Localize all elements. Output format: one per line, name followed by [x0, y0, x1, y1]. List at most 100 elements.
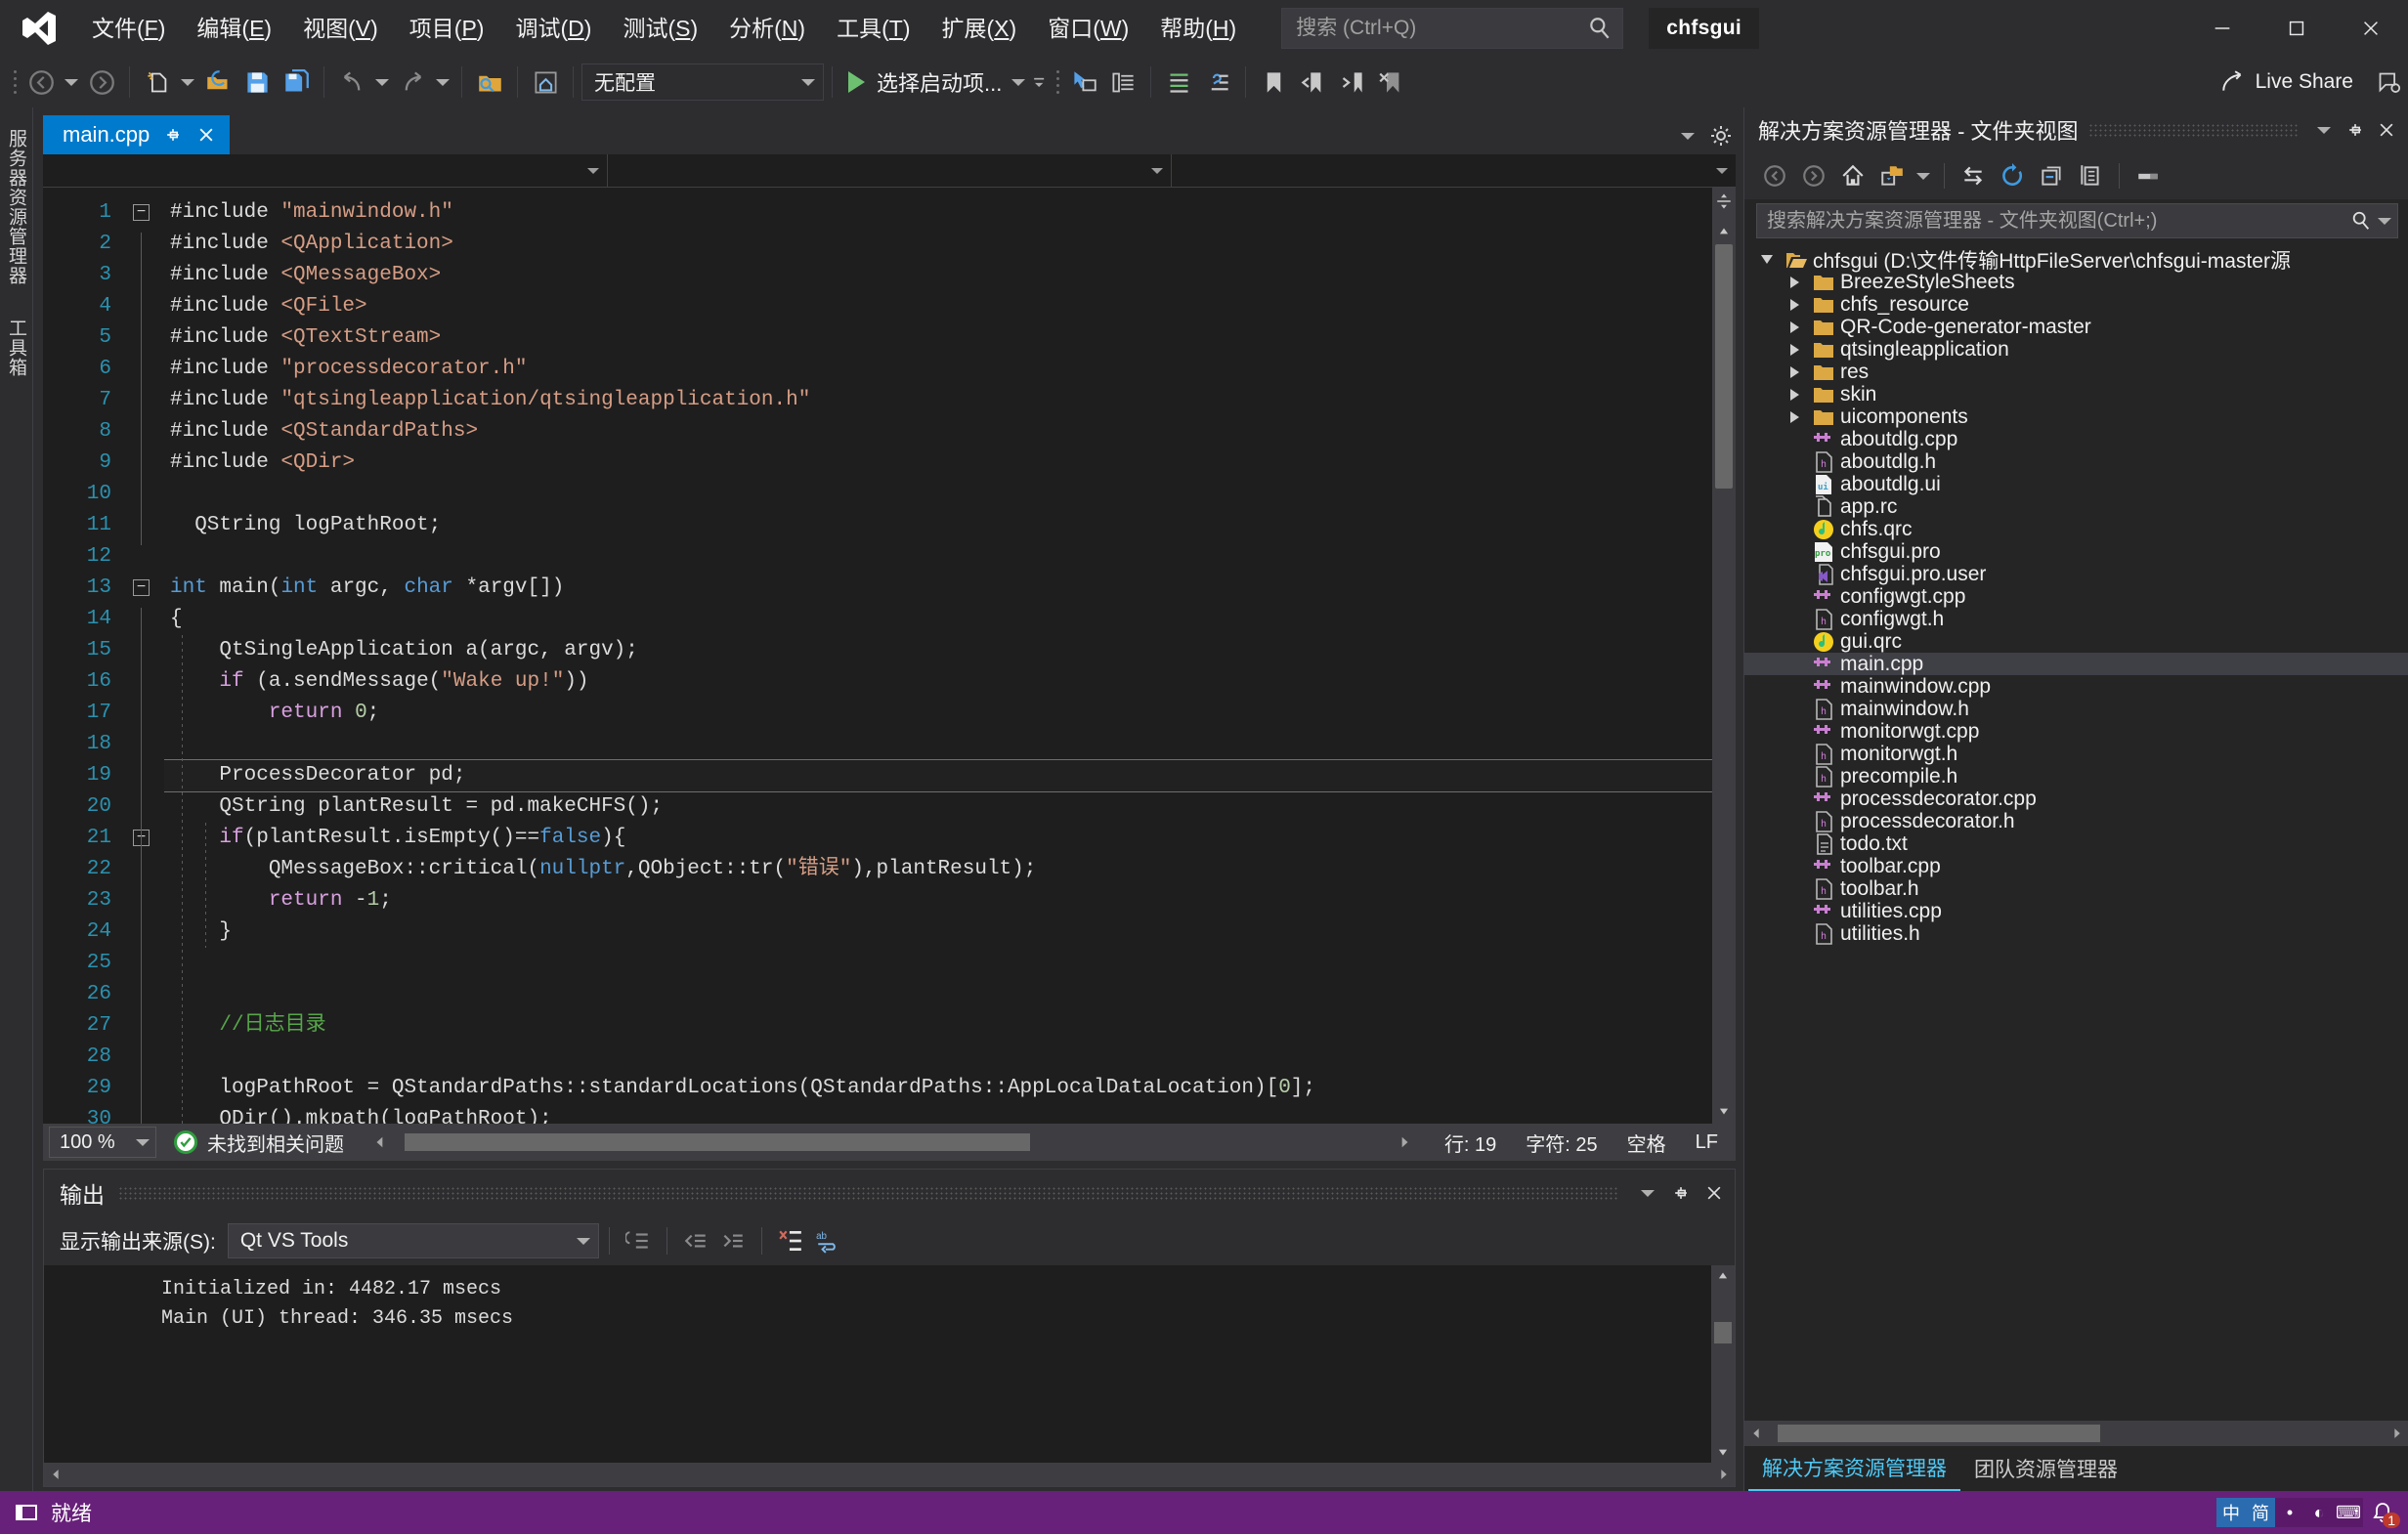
code-line[interactable]: QString logPathRoot; — [164, 510, 1712, 541]
code-line[interactable]: QDir().mkpath(logPathRoot); — [164, 1104, 1712, 1124]
solution-explorer-tree[interactable]: chfsgui (D:\文件传输HttpFileServer\chfsgui-m… — [1744, 242, 2408, 1421]
ime-indicator-group[interactable]: 中 简 • ◐ ⌨ — [2216, 1498, 2363, 1527]
se-sync-with-active-document-button[interactable] — [1955, 157, 1992, 194]
line-ending-indicator[interactable]: LF — [1696, 1131, 1718, 1154]
issues-status[interactable]: 未找到相关问题 — [174, 1129, 344, 1157]
menu-analyze[interactable]: 分析(N) — [713, 0, 821, 57]
maximize-button[interactable] — [2259, 0, 2334, 57]
output-scroll-up-arrow[interactable] — [1711, 1265, 1735, 1287]
menu-view[interactable]: 视图(V) — [287, 0, 394, 57]
code-line[interactable] — [164, 479, 1712, 510]
code-line[interactable]: { — [164, 604, 1712, 635]
solution-configuration-combo[interactable]: 无配置 — [581, 64, 824, 101]
tab-main-cpp[interactable]: main.cpp — [43, 115, 230, 154]
global-search-input[interactable] — [1296, 17, 1587, 40]
scroll-right-arrow[interactable] — [1394, 1134, 1415, 1150]
hscroll-track[interactable] — [391, 1133, 1394, 1151]
code-line[interactable]: #include <QApplication> — [164, 229, 1712, 260]
code-line[interactable]: logPathRoot = QStandardPaths::standardLo… — [164, 1073, 1712, 1104]
panel-drag-handle[interactable] — [118, 1186, 1617, 1200]
menu-project[interactable]: 项目(P) — [394, 0, 500, 57]
ime-keyboard-icon[interactable]: ⌨ — [2334, 1498, 2363, 1527]
toolbar-overflow-button[interactable] — [1029, 61, 1051, 104]
tree-item[interactable]: toolbar.cpp — [1744, 855, 2408, 877]
feedback-button[interactable] — [2369, 61, 2408, 104]
menu-file[interactable]: 文件(F) — [76, 0, 181, 57]
editor-vertical-scrollbar[interactable] — [1712, 188, 1736, 1124]
ime-punctuation-toggle[interactable]: • — [2275, 1498, 2304, 1527]
output-panel-pin-icon[interactable] — [1664, 1176, 1698, 1210]
se-scroll-right-arrow[interactable] — [2385, 1423, 2408, 1444]
undo-button[interactable] — [332, 61, 371, 104]
solution-explorer-horizontal-scrollbar[interactable] — [1744, 1421, 2408, 1446]
tree-item[interactable]: chfs_resource — [1744, 293, 2408, 316]
tab-overflow-icon[interactable] — [1673, 121, 1702, 150]
tree-item[interactable]: hprocessdecorator.h — [1744, 810, 2408, 832]
find-in-files-button[interactable] — [470, 61, 509, 104]
pin-icon[interactable] — [163, 125, 183, 145]
new-file-button[interactable] — [138, 61, 177, 104]
clear-output-button[interactable] — [772, 1222, 809, 1259]
tree-item[interactable]: todo.txt — [1744, 832, 2408, 855]
code-line[interactable]: return -1; — [164, 885, 1712, 916]
code-line[interactable]: QString plantResult = pd.makeCHFS(); — [164, 791, 1712, 823]
toggle-bookmark-button[interactable] — [1254, 61, 1293, 104]
editor-split-handle[interactable] — [1712, 188, 1736, 215]
output-scroll-thumb[interactable] — [1714, 1322, 1732, 1343]
go-to-next-message-button[interactable] — [714, 1222, 752, 1259]
chevron-right-icon[interactable] — [1782, 389, 1807, 401]
tree-item[interactable]: chfsgui (D:\文件传输HttpFileServer\chfsgui-m… — [1744, 248, 2408, 271]
redo-button[interactable] — [393, 61, 432, 104]
code-line[interactable]: QMessageBox::critical(nullptr,QObject::t… — [164, 854, 1712, 885]
tree-item[interactable]: app.rc — [1744, 495, 2408, 518]
tab-solution-explorer[interactable]: 解决方案资源管理器 — [1748, 1446, 1960, 1491]
global-search-box[interactable] — [1281, 8, 1623, 49]
toggle-word-wrap-button[interactable]: ab — [809, 1222, 846, 1259]
find-message-in-code-button[interactable] — [620, 1222, 657, 1259]
menu-window[interactable]: 窗口(W) — [1032, 0, 1144, 57]
scroll-down-arrow[interactable] — [1712, 1100, 1736, 1122]
navbar-type-combo[interactable] — [608, 154, 1173, 187]
menu-tools[interactable]: 工具(T) — [821, 0, 925, 57]
code-line[interactable]: return 0; — [164, 698, 1712, 729]
sidebar-item-toolbox[interactable]: 工具箱 — [3, 319, 29, 377]
tree-item[interactable]: gui.qrc — [1744, 630, 2408, 653]
chevron-down-icon[interactable] — [1754, 255, 1780, 264]
code-line[interactable]: //日志目录 — [164, 1010, 1712, 1042]
code-line[interactable]: #include <QStandardPaths> — [164, 416, 1712, 447]
chevron-right-icon[interactable] — [1782, 321, 1807, 333]
chevron-right-icon[interactable] — [1782, 299, 1807, 311]
output-scroll-left-arrow[interactable] — [44, 1464, 67, 1485]
code-line[interactable]: if (a.sendMessage("Wake up!")) — [164, 666, 1712, 698]
output-panel-close-icon[interactable] — [1698, 1176, 1731, 1210]
code-line-current[interactable]: ProcessDecorator pd; — [164, 760, 1712, 791]
tree-item[interactable]: skin — [1744, 383, 2408, 405]
tree-item[interactable]: QR-Code-generator-master — [1744, 316, 2408, 338]
live-share-button[interactable]: Live Share — [2205, 61, 2369, 104]
code-line[interactable]: #include "mainwindow.h" — [164, 197, 1712, 229]
code-line[interactable]: if(plantResult.isEmpty()==false){ — [164, 823, 1712, 854]
output-panel-dropdown-icon[interactable] — [1631, 1176, 1664, 1210]
se-scroll-left-arrow[interactable] — [1744, 1423, 1768, 1444]
editor-horizontal-scrollbar[interactable] — [369, 1131, 1415, 1153]
code-line[interactable]: #include "processdecorator.h" — [164, 354, 1712, 385]
se-hscroll-thumb[interactable] — [1778, 1425, 2100, 1442]
output-text-area[interactable]: Initialized in: 4482.17 msecs Main (UI) … — [44, 1265, 1735, 1463]
next-bookmark-button[interactable] — [1332, 61, 1371, 104]
clear-bookmarks-button[interactable] — [1371, 61, 1410, 104]
menu-test[interactable]: 测试(S) — [607, 0, 713, 57]
open-file-button[interactable] — [198, 61, 237, 104]
tree-item[interactable]: processdecorator.cpp — [1744, 788, 2408, 810]
navbar-project-combo[interactable] — [43, 154, 608, 187]
solution-explorer-search-box[interactable] — [1756, 203, 2398, 238]
tree-item[interactable]: hprecompile.h — [1744, 765, 2408, 788]
tree-item[interactable]: haboutdlg.h — [1744, 450, 2408, 473]
tree-item[interactable]: uicomponents — [1744, 405, 2408, 428]
hot-reload-button[interactable] — [1198, 61, 1237, 104]
solution-explorer-search-input[interactable] — [1767, 210, 2350, 233]
code-line[interactable] — [164, 729, 1712, 760]
tree-item[interactable]: monitorwgt.cpp — [1744, 720, 2408, 743]
solution-explorer-drag-handle[interactable] — [2088, 123, 2299, 137]
se-show-all-files-button[interactable] — [2072, 157, 2109, 194]
chevron-right-icon[interactable] — [1782, 344, 1807, 356]
